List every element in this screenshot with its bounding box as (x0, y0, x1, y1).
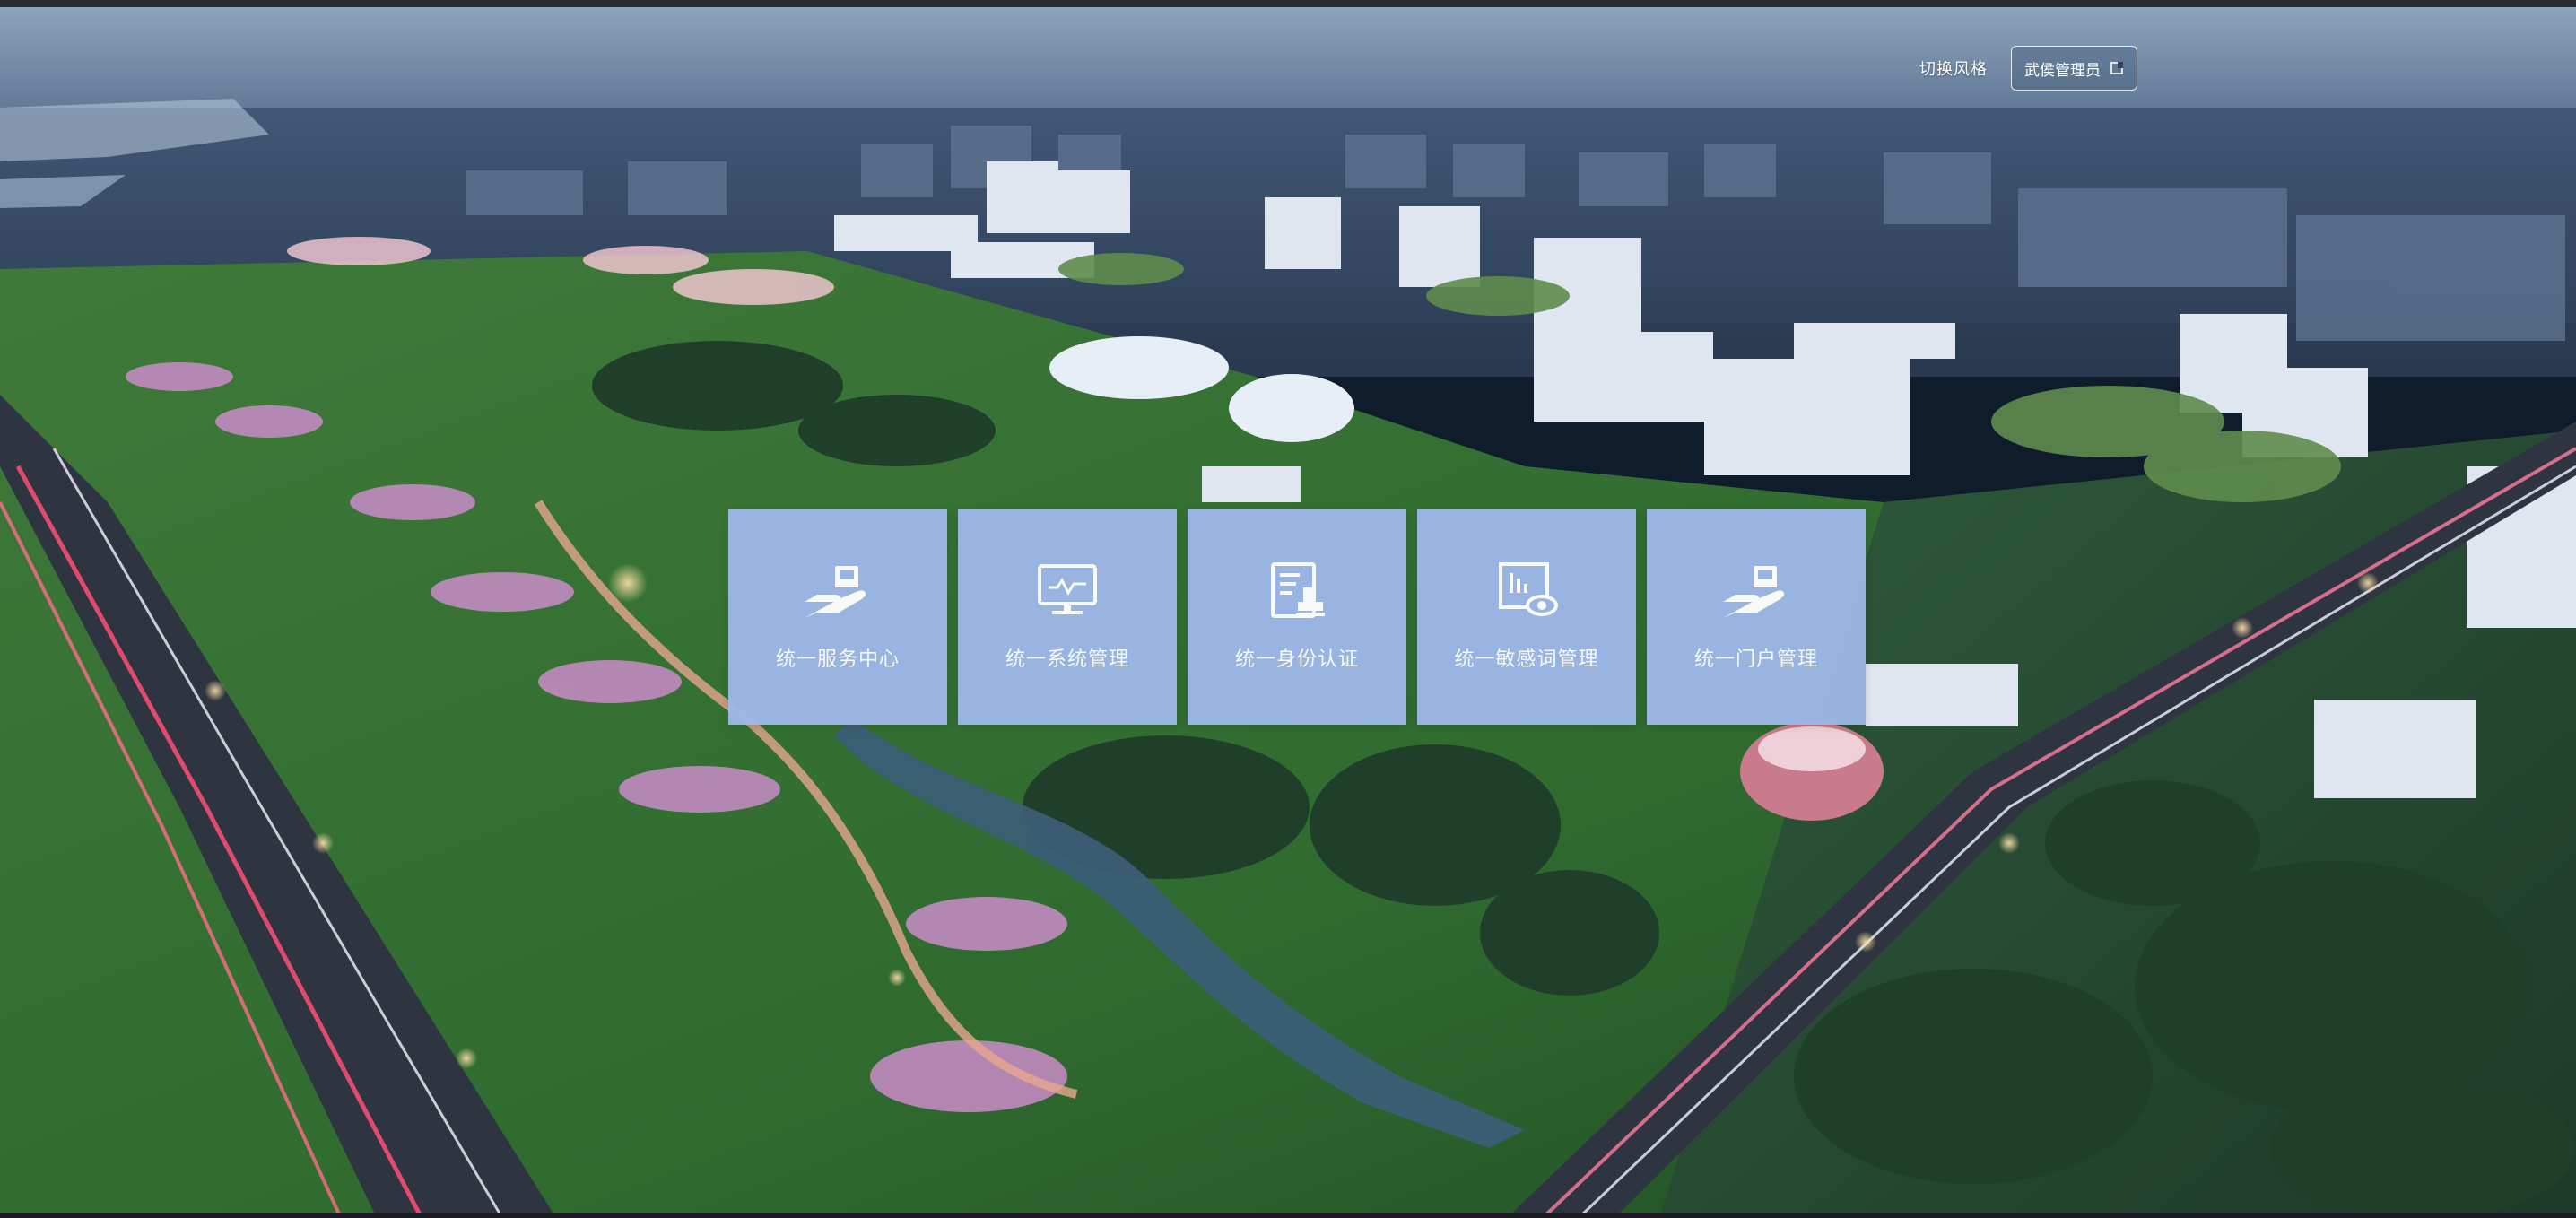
switch-style-button[interactable]: 切换风格 (1919, 57, 1988, 80)
hand-service-icon (805, 566, 866, 618)
hand-portal-icon (1723, 566, 1785, 618)
monitor-icon (1038, 564, 1097, 614)
bottom-strip (0, 1213, 2576, 1218)
card-unified-portal-management[interactable]: 统一门户管理 (1647, 509, 1866, 725)
service-cards: 统一服务中心 统一系统管理 统一身份认证 统一敏感词管理 统一门户管理 (728, 509, 1866, 725)
header-controls: 切换风格 武侯管理员 (1919, 45, 2137, 91)
card-unified-service-center[interactable]: 统一服务中心 (728, 509, 947, 725)
card-unified-system-management[interactable]: 统一系统管理 (958, 509, 1177, 725)
id-document-icon (1271, 562, 1325, 618)
card-label: 统一服务中心 (775, 648, 900, 671)
card-label: 统一身份认证 (1234, 648, 1359, 671)
card-unified-identity-auth[interactable]: 统一身份认证 (1188, 509, 1406, 725)
monitor-eye-icon (1499, 562, 1558, 616)
username-label: 武侯管理员 (2024, 61, 2101, 80)
card-label: 统一敏感词管理 (1454, 648, 1599, 671)
logout-icon[interactable] (2110, 61, 2124, 75)
portal-page: 切换风格 武侯管理员 统一服务中心 统一系统管理 统一身份认证 统一敏感词管理 … (0, 0, 2576, 1218)
card-label: 统一系统管理 (1005, 648, 1129, 671)
card-label: 统一门户管理 (1693, 648, 1818, 671)
top-strip (0, 0, 2576, 7)
card-unified-sensitive-word-management[interactable]: 统一敏感词管理 (1417, 509, 1636, 725)
user-menu-button[interactable]: 武侯管理员 (2011, 46, 2137, 91)
